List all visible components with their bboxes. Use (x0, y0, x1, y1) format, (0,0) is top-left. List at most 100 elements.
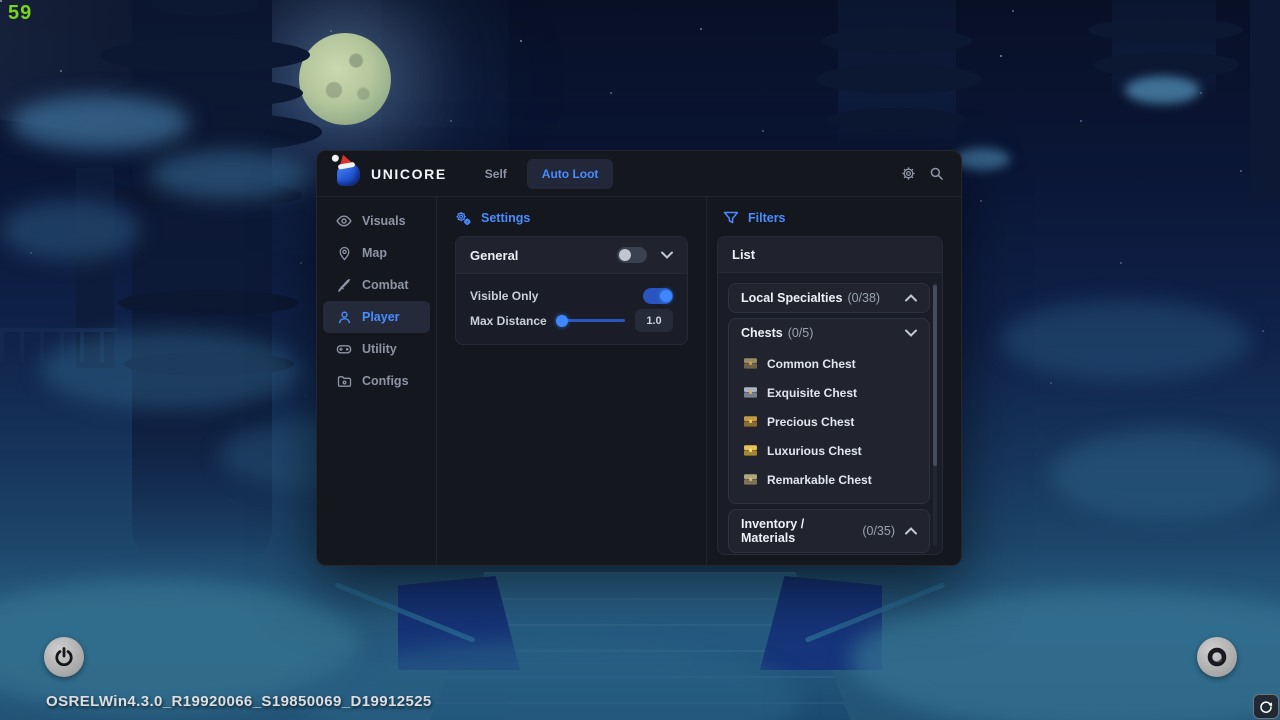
chevron-up-icon[interactable] (905, 527, 917, 536)
sidebar-item-label: Map (362, 246, 387, 260)
general-group-label: General (470, 248, 518, 263)
cloud (1050, 430, 1280, 520)
general-group-body: Visible Only Max Distance 1.0 (456, 274, 687, 344)
filters-title: Filters (748, 211, 786, 225)
unicore-window: UNICORE Self Auto Loot Visuals (316, 150, 962, 566)
unicore-logo (335, 160, 362, 187)
build-version-text: OSRELWin4.3.0_R19920066_S19850069_D19912… (46, 693, 432, 710)
sidebar-item-label: Configs (362, 374, 409, 388)
general-card: General Visible Only Max Distance (455, 236, 688, 345)
max-distance-value[interactable]: 1.0 (635, 309, 673, 332)
settings-panel: Settings General Visible Only (437, 197, 707, 565)
filters-scroll-area: Local Specialties (0/38) Chests (0/5) (718, 273, 942, 554)
cloud (1125, 76, 1200, 104)
toggle-knob (660, 290, 672, 302)
tower-ring (826, 108, 966, 132)
list-item[interactable]: Remarkable Chest (743, 465, 917, 494)
section-header[interactable]: Local Specialties (0/38) (729, 284, 929, 312)
cloud (40, 330, 300, 410)
list-item[interactable]: Luxurious Chest (743, 436, 917, 465)
section-header[interactable]: Inventory / Materials (0/35) (729, 510, 929, 552)
tab-auto-loot[interactable]: Auto Loot (527, 159, 614, 189)
search-icon[interactable] (927, 165, 945, 183)
cloud (10, 95, 190, 150)
ring-icon (1205, 645, 1229, 669)
aim-button[interactable] (1197, 637, 1237, 677)
cloud (955, 148, 1010, 170)
chest-icon (743, 415, 758, 428)
gears-icon (455, 211, 472, 226)
filter-section-inventory-materials: Inventory / Materials (0/35) (728, 509, 930, 553)
visible-only-label: Visible Only (470, 289, 538, 303)
list-item-label: Precious Chest (767, 415, 854, 429)
settings-title-row: Settings (455, 209, 688, 227)
section-label: Chests (741, 326, 783, 340)
visible-only-row: Visible Only (470, 283, 673, 308)
list-item-label: Luxurious Chest (767, 444, 862, 458)
sidebar-item-label: Utility (362, 342, 397, 356)
chevron-down-icon[interactable] (661, 251, 673, 260)
gear-icon[interactable] (899, 165, 917, 183)
scrollbar[interactable] (933, 283, 937, 546)
power-button[interactable] (44, 637, 84, 677)
filters-list-card: List Local Specialties (0/38) (717, 236, 943, 555)
settings-title: Settings (481, 211, 530, 225)
fps-counter: 59 (8, 2, 32, 25)
chevron-down-icon[interactable] (905, 329, 917, 338)
list-item[interactable]: Exquisite Chest (743, 378, 917, 407)
sidebar-item-player[interactable]: Player (323, 301, 430, 333)
sidebar-item-map[interactable]: Map (323, 237, 430, 269)
list-item[interactable]: Common Chest (743, 349, 917, 378)
power-icon (53, 646, 75, 668)
tower-ring (816, 64, 981, 94)
list-header-label: List (732, 247, 755, 262)
sidebar-item-combat[interactable]: Combat (323, 269, 430, 301)
refresh-icon (1259, 700, 1273, 714)
general-group-toggle[interactable] (617, 247, 647, 263)
cloud (0, 200, 140, 260)
tower-ring (1088, 18, 1243, 42)
tab-self[interactable]: Self (481, 161, 511, 187)
chest-icon (743, 357, 758, 370)
sidebar-item-label: Visuals (362, 214, 406, 228)
map-pin-icon (336, 245, 352, 261)
refresh-button[interactable] (1253, 694, 1279, 719)
filters-title-row: Filters (717, 209, 943, 227)
sidebar-item-label: Player (362, 310, 400, 324)
person-icon (336, 309, 352, 325)
toggle-knob (619, 249, 631, 261)
window-header: UNICORE Self Auto Loot (317, 151, 961, 197)
list-item-label: Exquisite Chest (767, 386, 857, 400)
chevron-up-icon[interactable] (905, 294, 917, 303)
funnel-icon (723, 211, 739, 225)
eye-icon (336, 213, 352, 229)
max-distance-slider[interactable] (559, 319, 625, 322)
chest-icon (743, 386, 758, 399)
section-header[interactable]: Chests (0/5) (729, 319, 929, 347)
sidebar-item-visuals[interactable]: Visuals (323, 205, 430, 237)
filter-section-chests: Chests (0/5) Common Chest (728, 318, 930, 504)
list-item-label: Remarkable Chest (767, 473, 872, 487)
general-group-header[interactable]: General (456, 237, 687, 274)
chest-list: Common Chest Exquisite Chest Precious Ch… (729, 347, 929, 503)
section-label: Inventory / Materials (741, 517, 857, 545)
sidebar: Visuals Map Combat Player (317, 197, 437, 565)
slider-thumb[interactable] (556, 315, 568, 327)
sidebar-item-utility[interactable]: Utility (323, 333, 430, 365)
max-distance-label: Max Distance (470, 314, 547, 328)
edge-pillar (1250, 0, 1280, 200)
visible-only-toggle[interactable] (643, 288, 673, 304)
list-header[interactable]: List (718, 237, 942, 273)
folder-icon (336, 373, 352, 389)
filter-section-local-specialties: Local Specialties (0/38) (728, 283, 930, 313)
gamepad-icon (336, 341, 352, 357)
list-item[interactable]: Precious Chest (743, 407, 917, 436)
max-distance-row: Max Distance 1.0 (470, 308, 673, 333)
filters-panel: Filters List Local Specialties (0/38) (707, 197, 961, 565)
moon (299, 33, 391, 125)
chest-icon (743, 473, 758, 486)
section-count: (0/5) (788, 326, 814, 340)
section-count: (0/38) (847, 291, 880, 305)
sidebar-item-configs[interactable]: Configs (323, 365, 430, 397)
scrollbar-thumb[interactable] (933, 285, 937, 466)
